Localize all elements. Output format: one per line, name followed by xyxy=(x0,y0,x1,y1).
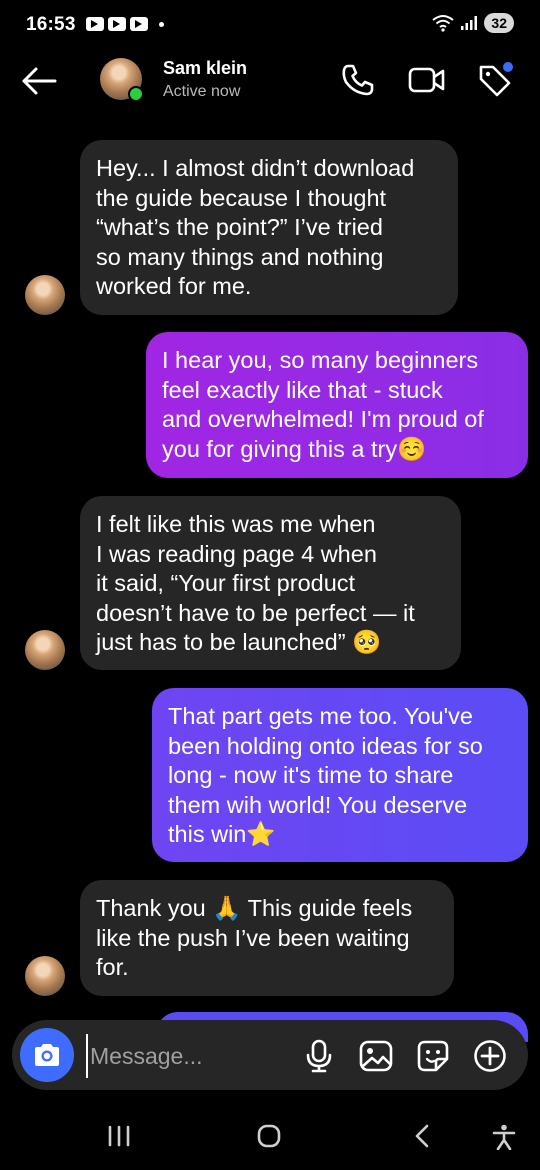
arrow-left-icon[interactable] xyxy=(20,64,58,98)
signal-icon xyxy=(461,16,478,30)
home-icon[interactable] xyxy=(256,1124,282,1148)
contact-avatar[interactable] xyxy=(100,58,144,102)
video-camera-icon[interactable] xyxy=(407,62,447,98)
youtube-notification-icon xyxy=(130,17,148,31)
battery-level: 32 xyxy=(484,13,514,33)
recent-apps-icon[interactable] xyxy=(106,1124,132,1148)
sender-avatar[interactable] xyxy=(25,956,65,996)
plus-circle-icon[interactable] xyxy=(473,1039,507,1073)
contact-name[interactable]: Sam klein xyxy=(163,58,247,79)
online-status-indicator xyxy=(128,86,144,102)
tag-notification-dot xyxy=(503,62,513,72)
back-nav-icon[interactable] xyxy=(410,1124,434,1148)
notification-icons xyxy=(86,17,164,31)
sender-avatar[interactable] xyxy=(25,630,65,670)
status-time: 16:53 xyxy=(26,14,76,35)
youtube-notification-icon xyxy=(108,17,126,31)
accessibility-icon[interactable] xyxy=(492,1124,516,1150)
message-bubble-incoming[interactable]: Thank you 🙏 This guide feels like the pu… xyxy=(80,880,454,996)
status-indicators: 32 xyxy=(432,13,514,33)
wifi-icon xyxy=(432,15,455,32)
message-bubble-incoming[interactable]: I felt like this was me when I was readi… xyxy=(80,496,461,670)
more-notifications-dot-icon xyxy=(159,21,164,27)
phone-icon[interactable] xyxy=(340,62,376,98)
status-bar: 16:53 32 xyxy=(0,0,540,50)
chat-header: Sam klein Active now xyxy=(0,50,540,110)
system-navigation-bar xyxy=(0,1100,540,1170)
camera-icon xyxy=(35,1044,59,1066)
sender-avatar[interactable] xyxy=(25,275,65,315)
message-composer xyxy=(12,1020,528,1090)
image-icon[interactable] xyxy=(359,1039,393,1073)
message-input[interactable] xyxy=(86,1034,302,1078)
sticker-icon[interactable] xyxy=(416,1039,450,1073)
contact-status: Active now xyxy=(163,83,241,100)
youtube-notification-icon xyxy=(86,17,104,31)
message-bubble-incoming[interactable]: Hey... I almost didn’t download the guid… xyxy=(80,140,458,315)
message-bubble-outgoing[interactable]: That part gets me too. You've been holdi… xyxy=(152,688,528,862)
camera-button[interactable] xyxy=(20,1028,74,1082)
microphone-icon[interactable] xyxy=(305,1039,333,1073)
message-bubble-outgoing[interactable]: I hear you, so many beginners feel exact… xyxy=(146,332,528,478)
